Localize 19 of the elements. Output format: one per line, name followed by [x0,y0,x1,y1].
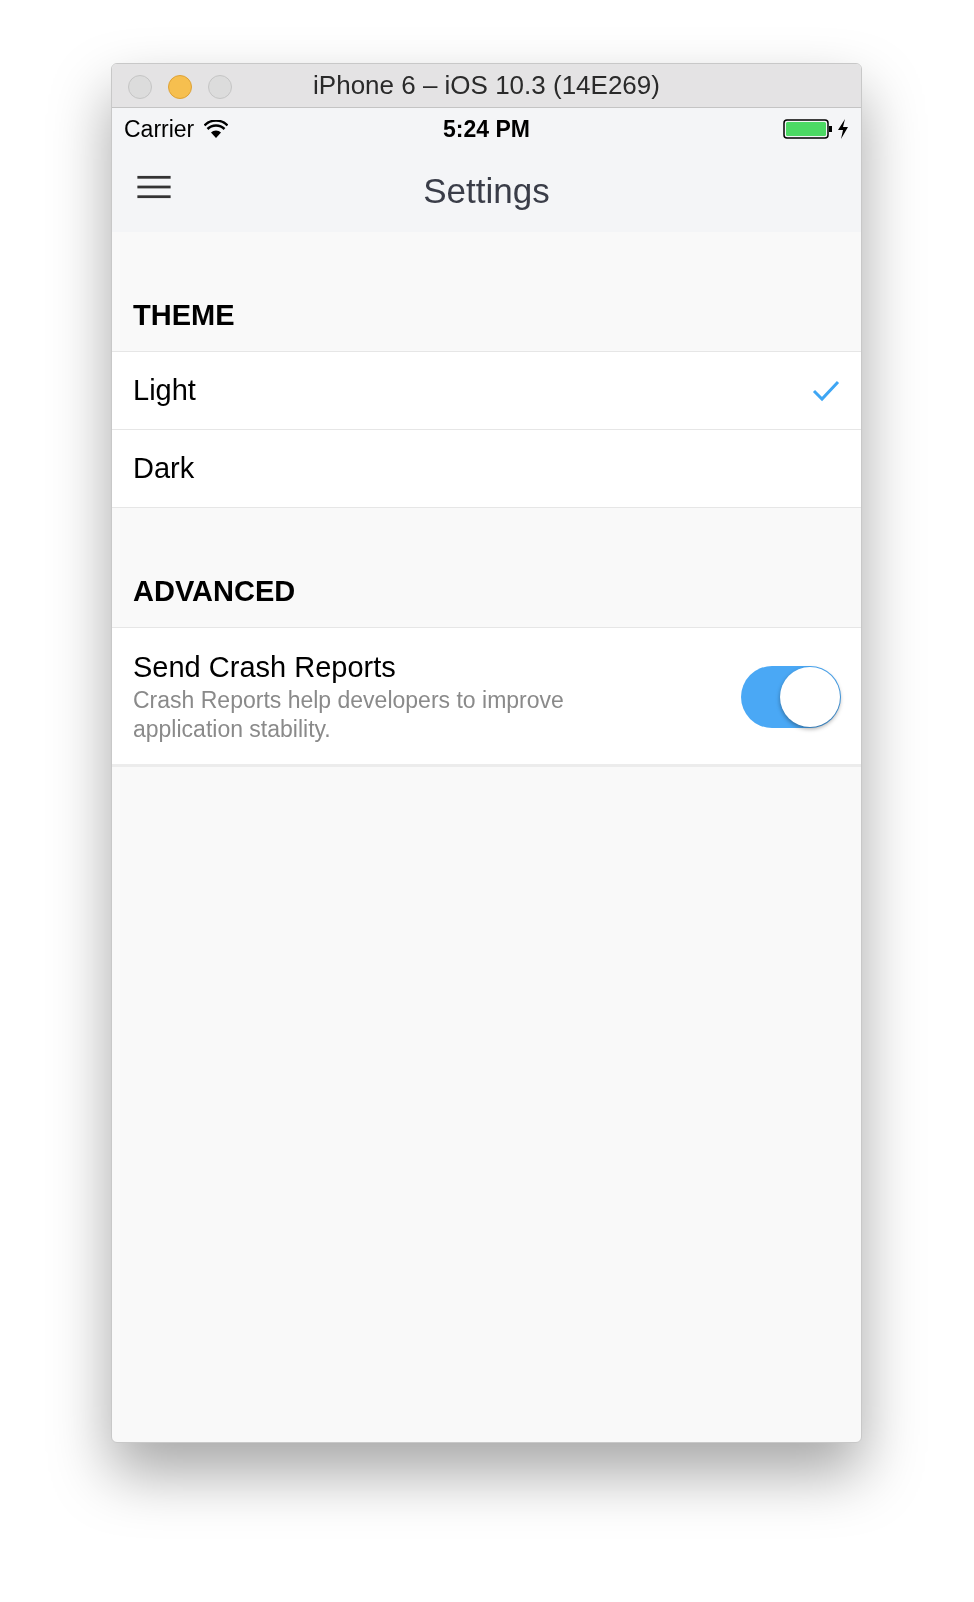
battery-icon [783,119,833,139]
carrier-label: Carrier [124,114,195,144]
minimize-window-button[interactable] [168,75,192,99]
screen-title: Settings [423,169,550,212]
menu-icon [136,175,172,199]
zoom-window-button[interactable] [208,75,232,99]
setting-description: Crash Reports help developers to improve application stability. [133,686,565,744]
toggle-switch[interactable] [741,666,841,728]
option-label: Dark [133,450,195,486]
window-title: iPhone 6 – iOS 10.3 (14E269) [313,69,660,102]
setting-label: Send Crash Reports [133,650,397,684]
section-header: THEME [133,297,235,333]
option-label: Light [133,372,196,408]
option-row[interactable]: Light [112,352,861,430]
status-time: 5:24 PM [443,114,530,144]
close-window-button[interactable] [128,75,152,99]
wifi-icon [204,120,229,138]
section-header: ADVANCED [133,573,296,609]
option-row[interactable]: Dark [112,430,861,508]
